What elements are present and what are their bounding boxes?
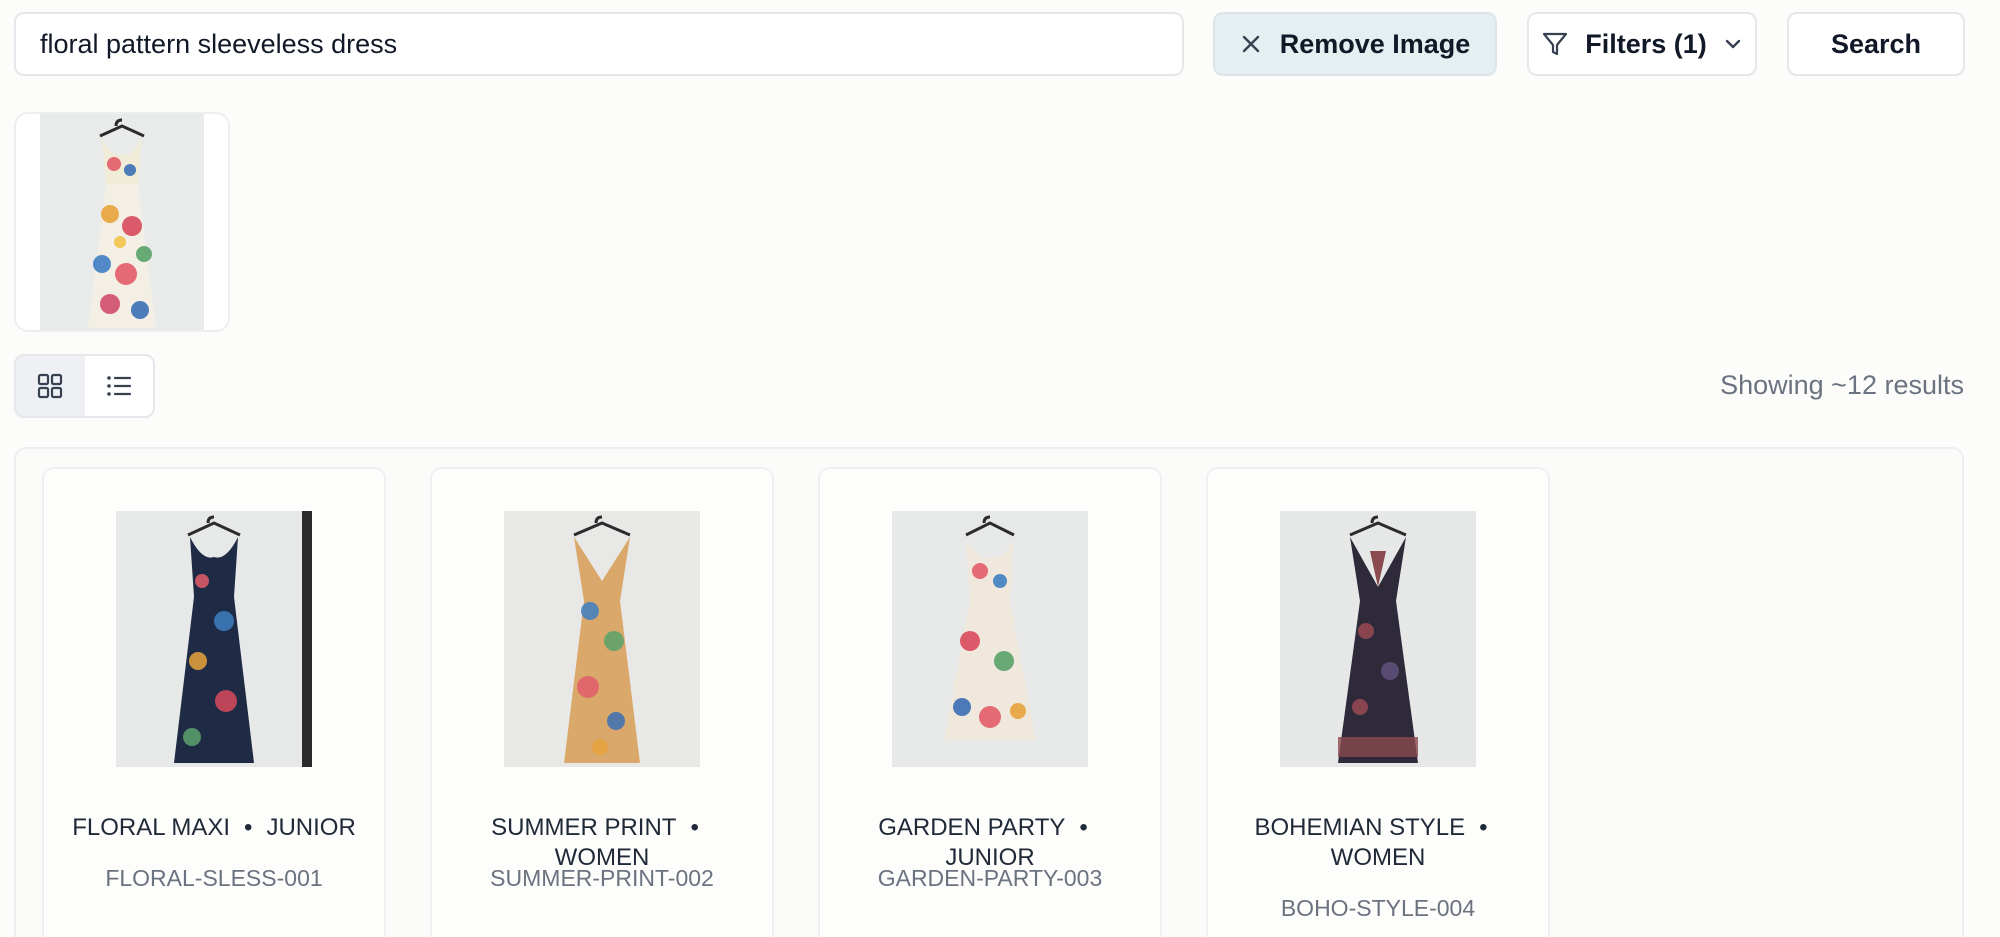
grid-view-button[interactable] xyxy=(16,356,85,416)
product-sku: FLORAL-SLESS-001 xyxy=(105,865,323,891)
results-grid: FLORAL MAXI • JUNIOR FLORAL-SLESS-001 SUMM… xyxy=(14,447,1964,937)
search-button[interactable]: Search xyxy=(1787,12,1965,76)
uploaded-dress-image xyxy=(40,114,204,330)
product-sku: SUMMER-PRINT-002 xyxy=(490,865,714,891)
results-count: Showing ~12 results xyxy=(1720,370,1964,400)
uploaded-image-thumbnail[interactable] xyxy=(14,112,230,332)
search-box[interactable] xyxy=(14,12,1184,76)
filters-button[interactable]: Filters (1) xyxy=(1527,12,1757,76)
product-sku: GARDEN-PARTY-003 xyxy=(877,865,1103,891)
product-card[interactable]: FLORAL MAXI • JUNIOR FLORAL-SLESS-001 xyxy=(42,467,386,937)
filters-label: Filters (1) xyxy=(1585,28,1707,59)
remove-image-label: Remove Image xyxy=(1279,28,1471,59)
product-image xyxy=(116,511,312,767)
image-search-page: Remove Image Filters (1) Search xyxy=(0,0,2000,937)
product-name: FLORAL MAXI xyxy=(72,814,231,841)
close-icon xyxy=(1240,33,1262,55)
product-title: SUMMER PRINT •WOMEN xyxy=(491,814,699,871)
product-title: BOHEMIAN STYLE • WOMEN xyxy=(1254,814,1488,871)
grid-icon xyxy=(36,372,64,400)
product-title: GARDEN PARTY •JUNIOR xyxy=(878,814,1088,871)
remove-image-button[interactable]: Remove Image xyxy=(1213,12,1497,76)
list-view-button[interactable] xyxy=(85,356,154,416)
product-name: BOHEMIAN STYLE xyxy=(1254,814,1466,841)
product-image xyxy=(504,511,700,767)
product-name: SUMMER PRINT xyxy=(491,814,677,841)
list-icon xyxy=(105,372,133,400)
funnel-icon xyxy=(1541,30,1569,58)
product-title: FLORAL MAXI • JUNIOR xyxy=(72,814,356,841)
product-category: WOMEN xyxy=(1330,844,1426,871)
product-name: GARDEN PARTY xyxy=(878,814,1066,841)
chevron-down-icon xyxy=(1723,34,1743,54)
search-input[interactable] xyxy=(40,28,1182,60)
product-image xyxy=(892,511,1088,767)
product-card[interactable]: BOHEMIAN STYLE • WOMEN BOHO-STYLE-004 xyxy=(1206,467,1550,937)
search-label: Search xyxy=(1830,28,1922,59)
product-card[interactable]: GARDEN PARTY •JUNIOR GARDEN-PARTY-003 xyxy=(818,467,1162,937)
view-toggle xyxy=(14,354,155,418)
product-category: JUNIOR xyxy=(266,814,356,841)
product-card[interactable]: SUMMER PRINT •WOMEN SUMMER-PRINT-002 xyxy=(430,467,774,937)
product-image xyxy=(1280,511,1476,767)
product-sku: BOHO-STYLE-004 xyxy=(1280,895,1476,921)
